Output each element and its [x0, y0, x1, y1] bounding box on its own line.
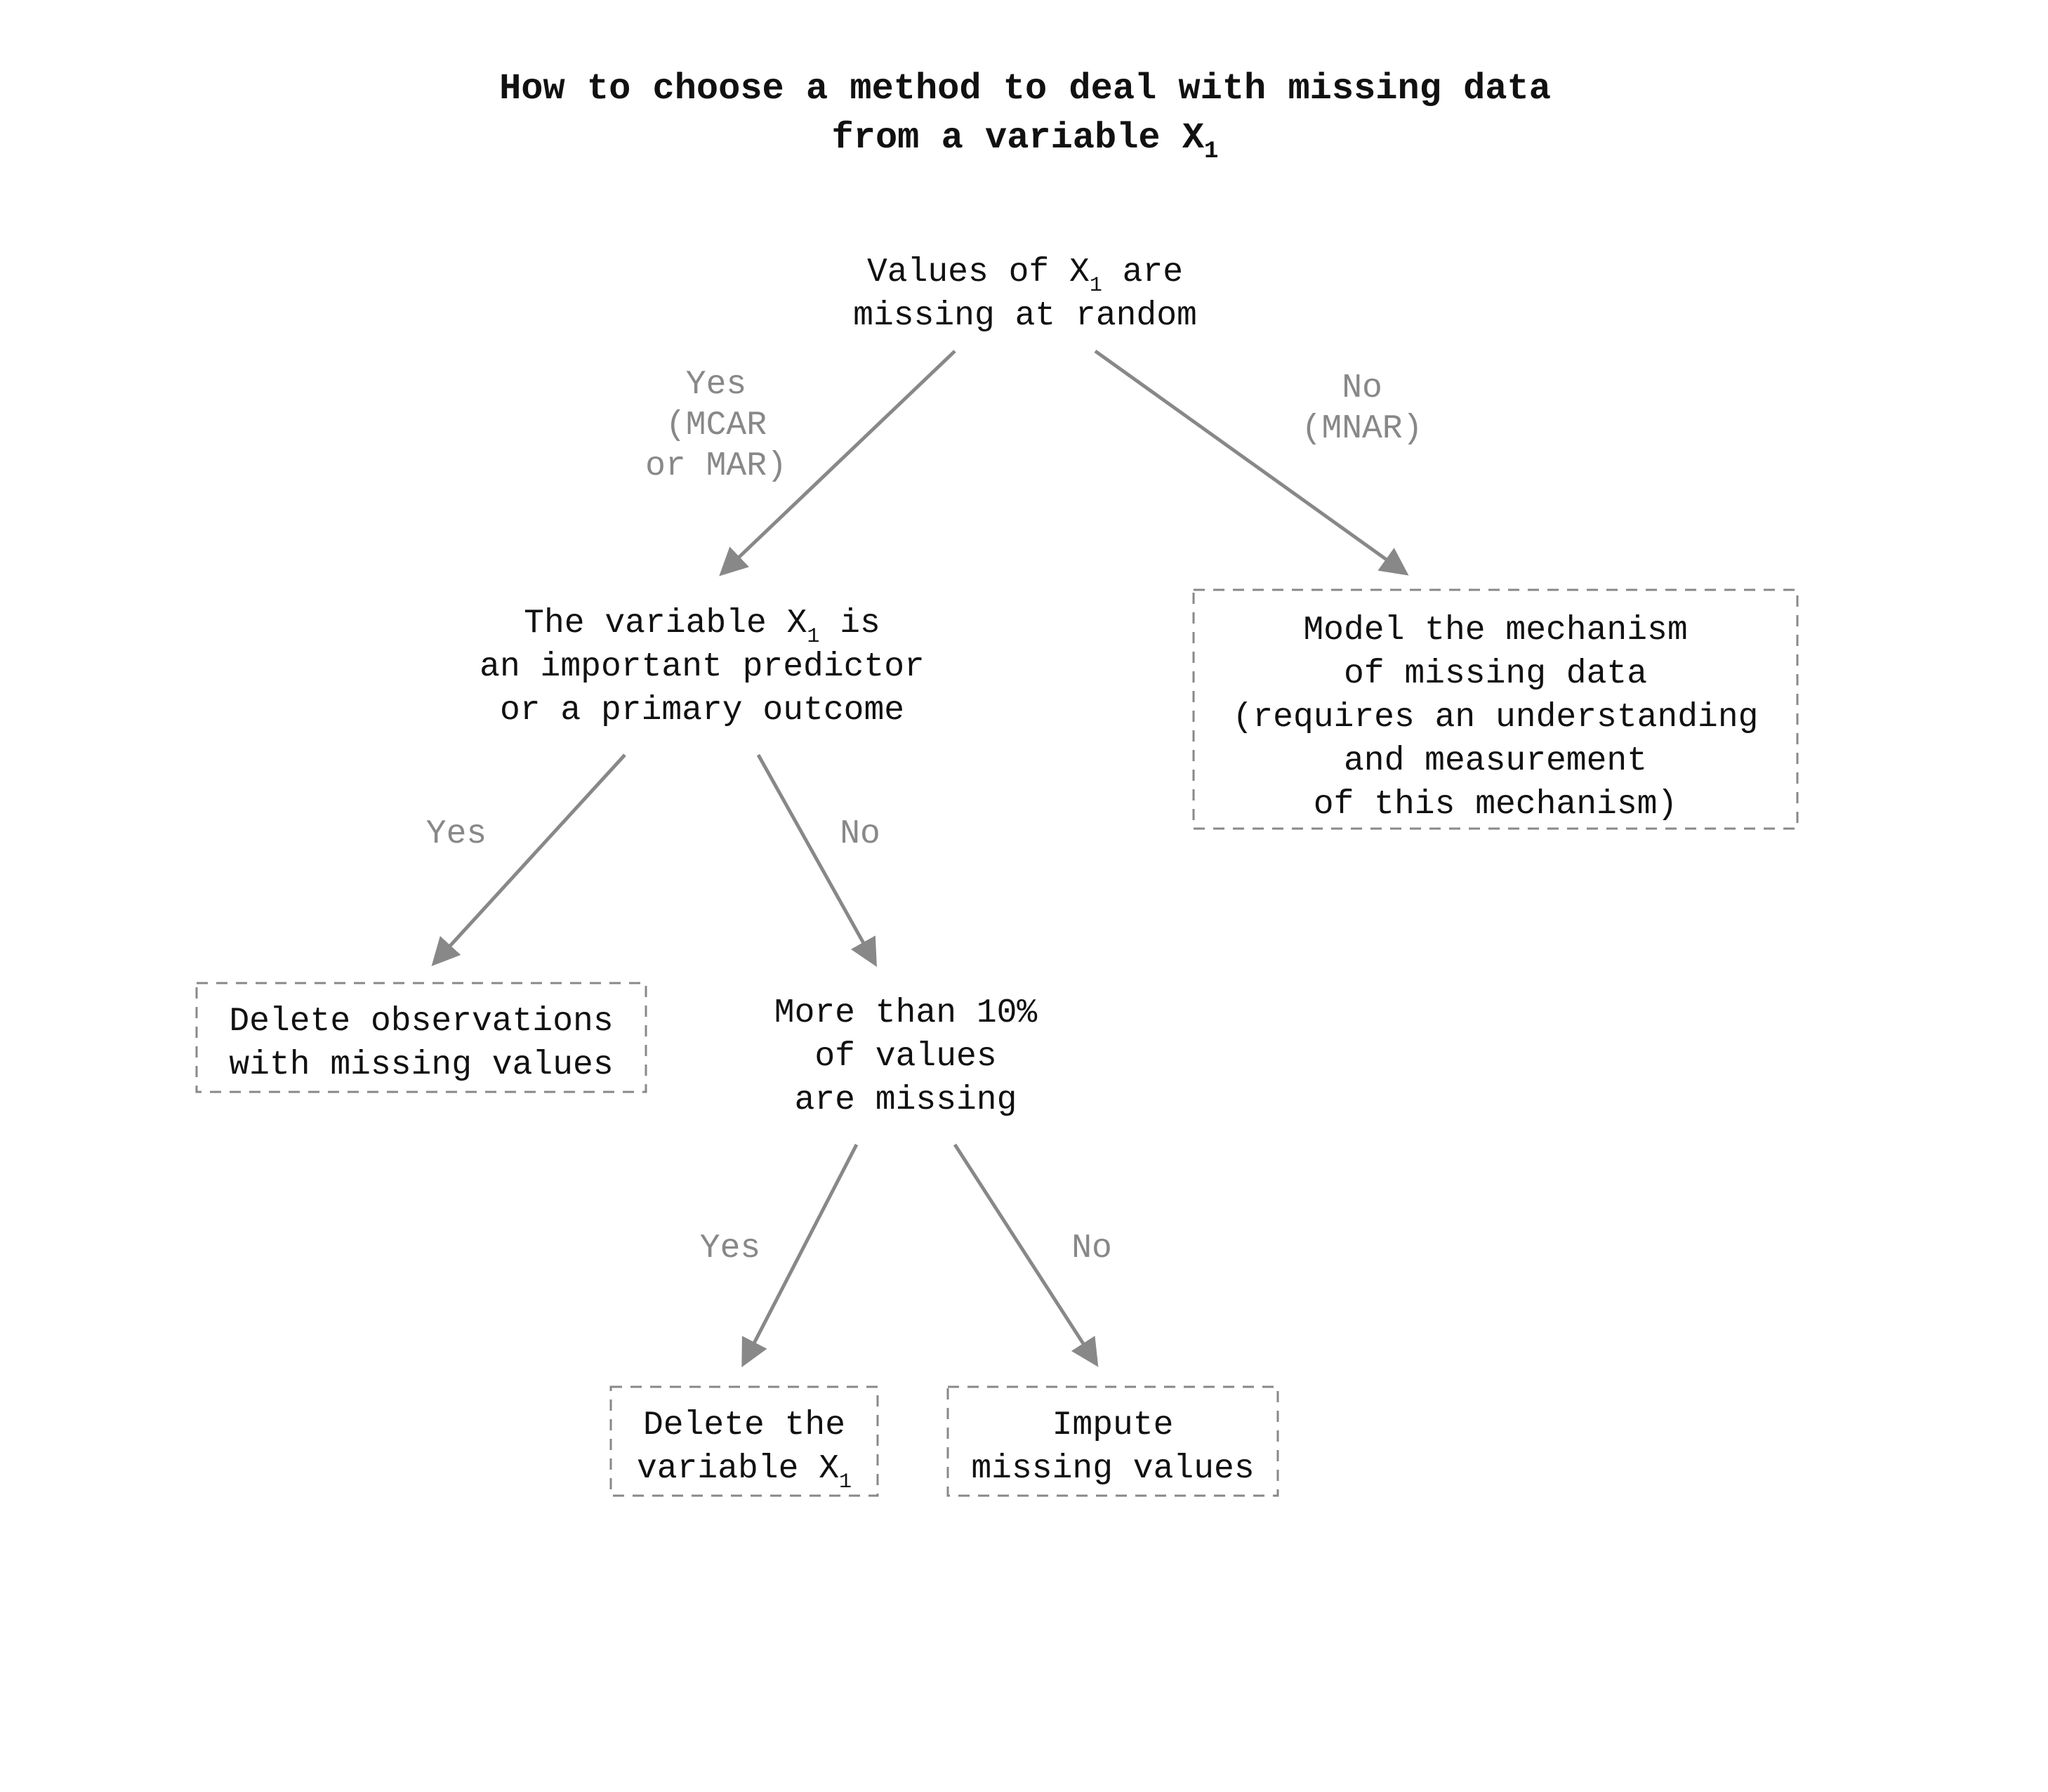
svg-text:an important predictor: an important predictor [480, 648, 925, 686]
svg-text:of missing data: of missing data [1344, 655, 1647, 693]
svg-text:Model the mechanism: Model the mechanism [1303, 612, 1687, 650]
arrow-more10-to-deletevar [744, 1145, 857, 1362]
svg-text:No: No [1342, 369, 1382, 407]
edge-label-no-mnar: No (MNAR) [1302, 369, 1423, 448]
node-more-than-10pct: More than 10% of values are missing [774, 994, 1038, 1119]
node-impute-missing: Impute missing values [948, 1387, 1278, 1496]
svg-text:Delete the: Delete the [643, 1406, 845, 1444]
node-important-predictor: The variable X1 is an important predicto… [480, 605, 925, 730]
diagram-title: How to choose a method to deal with miss… [499, 68, 1551, 165]
svg-text:(MNAR): (MNAR) [1302, 410, 1423, 448]
svg-text:or a primary outcome: or a primary outcome [500, 692, 904, 730]
svg-text:and measurement: and measurement [1344, 742, 1647, 780]
svg-text:More than 10%: More than 10% [774, 994, 1038, 1032]
edge-label-ten-no: No [1071, 1230, 1112, 1267]
svg-text:variable X1: variable X1 [637, 1450, 852, 1494]
svg-text:with missing values: with missing values [229, 1046, 613, 1084]
arrow-important-to-more10 [758, 755, 874, 962]
svg-text:or MAR): or MAR) [645, 447, 787, 485]
node-model-mechanism: Model the mechanism of missing data (req… [1194, 590, 1797, 829]
svg-text:How to choose a method to deal: How to choose a method to deal with miss… [499, 68, 1551, 110]
node-delete-observations: Delete observations with missing values [197, 983, 646, 1092]
svg-text:Impute: Impute [1052, 1406, 1174, 1444]
flowchart: How to choose a method to deal with miss… [0, 0, 2048, 1792]
svg-text:missing at random: missing at random [853, 297, 1197, 335]
edge-label-imp-yes: Yes [426, 815, 487, 853]
svg-text:(requires an understanding: (requires an understanding [1233, 699, 1759, 737]
arrow-important-to-deleteobs [435, 755, 625, 962]
svg-text:Values of X1 are: Values of X1 are [867, 253, 1183, 298]
node-root-missing-at-random: Values of X1 are missing at random [853, 253, 1197, 335]
svg-text:of this mechanism): of this mechanism) [1314, 786, 1677, 824]
svg-text:from a variable X1: from a variable X1 [832, 117, 1219, 165]
svg-text:Yes: Yes [686, 366, 746, 404]
edge-label-yes-mcar-mar: Yes (MCAR or MAR) [645, 366, 787, 485]
svg-text:of values: of values [814, 1038, 996, 1076]
edge-label-ten-yes: Yes [700, 1230, 760, 1267]
node-delete-variable: Delete the variable X1 [611, 1387, 878, 1496]
svg-text:The variable X1 is: The variable X1 is [524, 605, 880, 649]
svg-text:(MCAR: (MCAR [666, 407, 767, 444]
svg-text:Delete observations: Delete observations [229, 1003, 613, 1041]
svg-text:missing values: missing values [971, 1450, 1254, 1488]
edge-label-imp-no: No [840, 815, 880, 853]
svg-text:are missing: are missing [795, 1081, 1017, 1119]
